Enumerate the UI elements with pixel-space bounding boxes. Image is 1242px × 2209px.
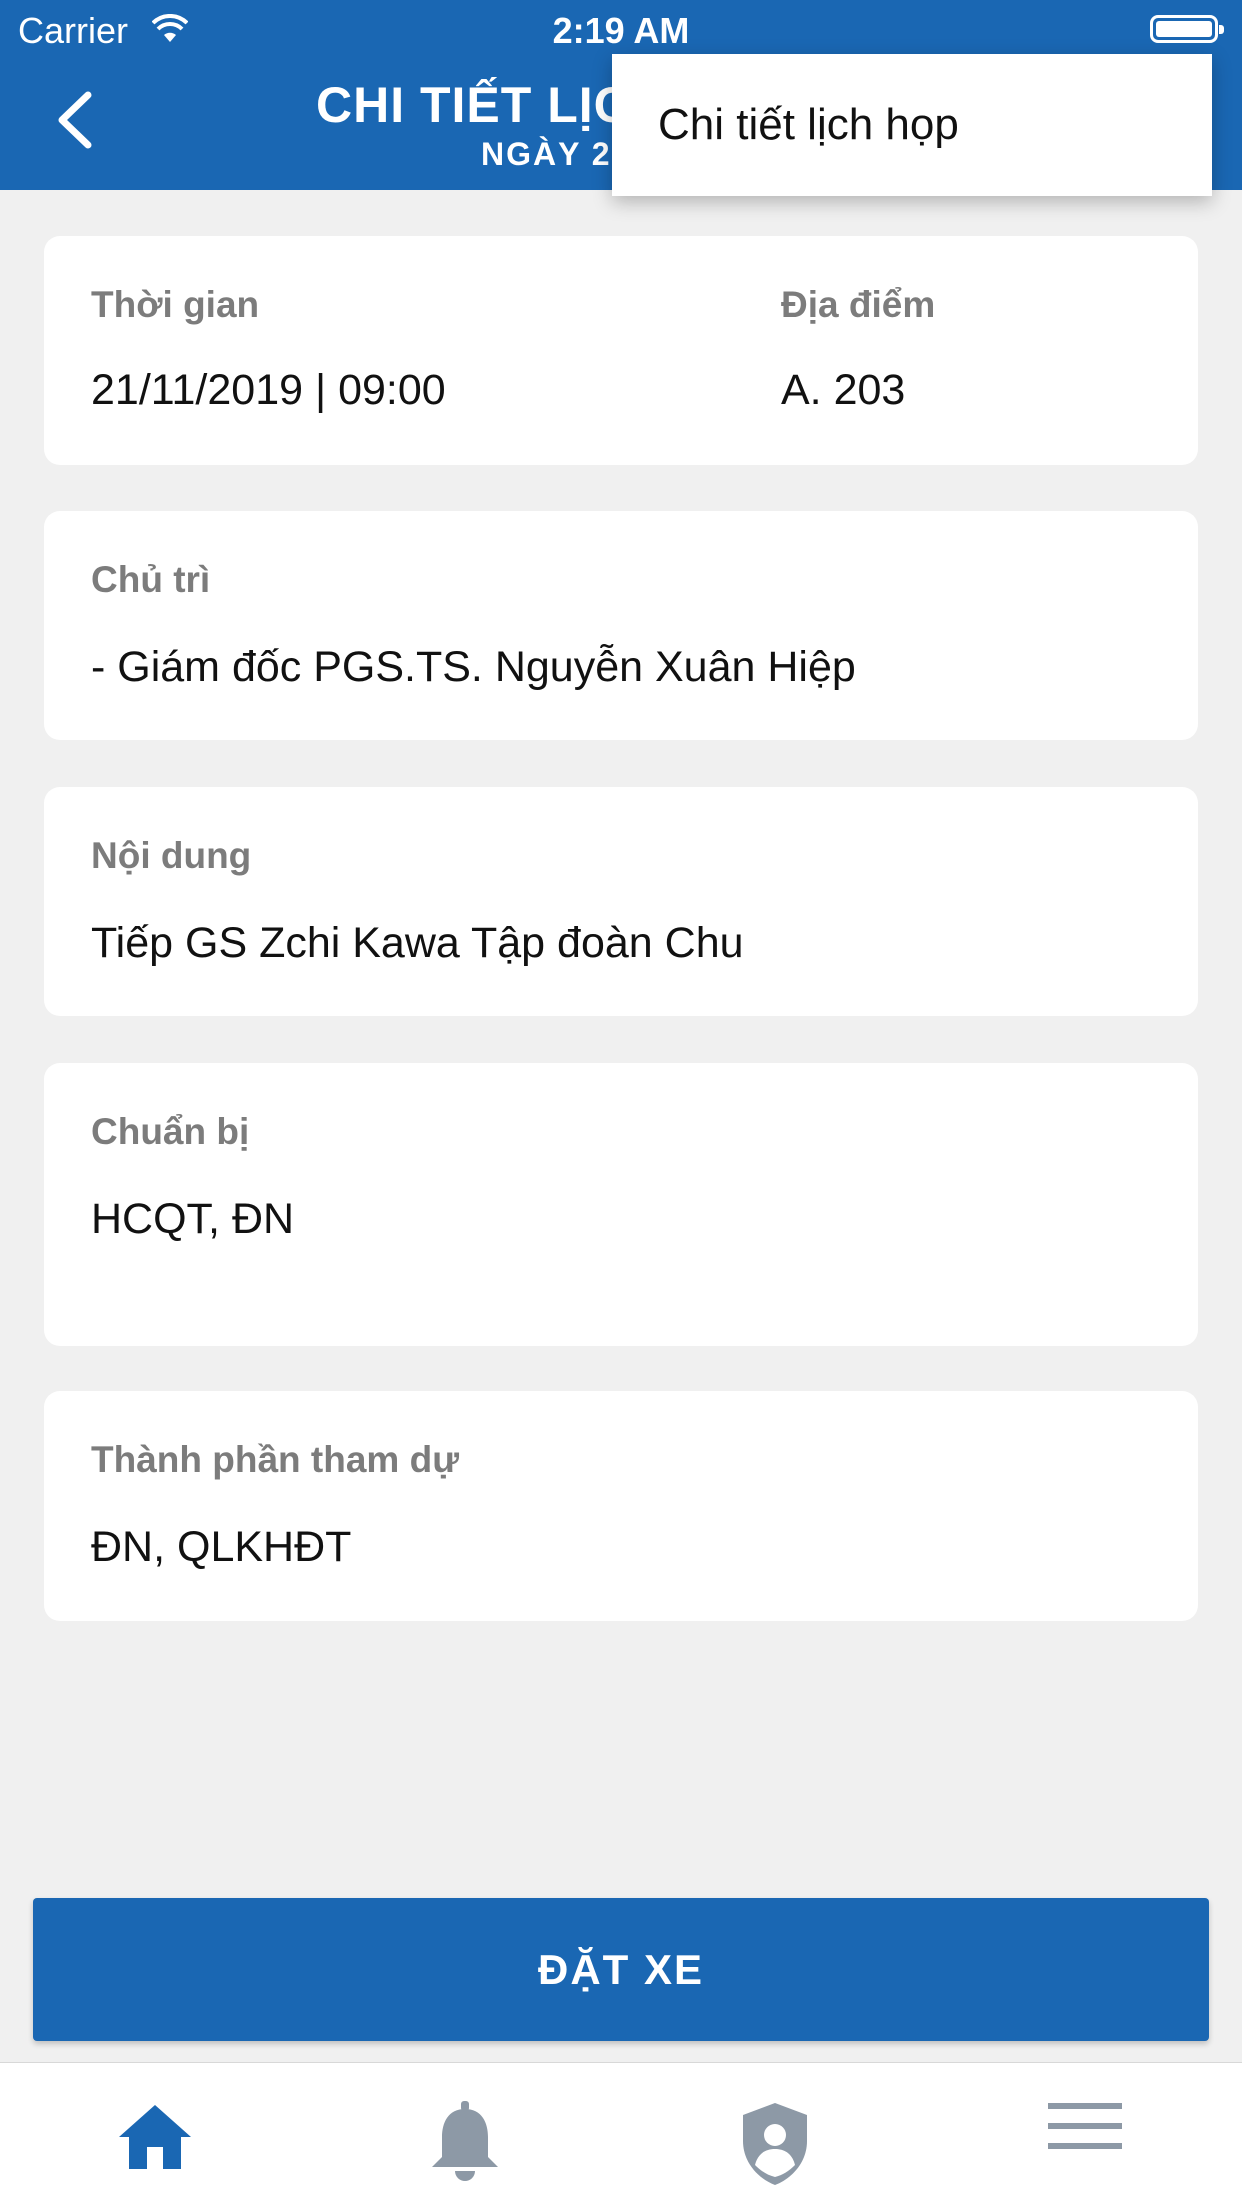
battery-icon [1150,15,1224,43]
tab-menu[interactable] [930,2063,1240,2209]
book-car-label: ĐẶT XE [537,1945,704,1993]
tab-notifications[interactable] [310,2063,620,2209]
time-value: 21/11/2019 | 09:00 [91,366,446,414]
back-button[interactable] [50,85,110,155]
page-title: CHI TIẾT LỊC [316,77,631,133]
time-location-card: Thời gian 21/11/2019 | 09:00 Địa điểm A.… [44,236,1198,465]
home-icon [119,2105,191,2169]
location-label: Địa điểm [781,284,936,325]
participants-card: Thành phần tham dự ĐN, QLKHĐT [44,1391,1198,1621]
time-label: Thời gian [91,284,260,325]
chair-value: - Giám đốc PGS.TS. Nguyễn Xuân Hiệp [91,643,856,691]
content-value: Tiếp GS Zchi Kawa Tập đoàn Chu [91,919,744,967]
participants-label: Thành phần tham dự [91,1439,459,1480]
preparation-value: HCQT, ĐN [91,1195,295,1243]
content-label: Nội dung [91,835,252,876]
chevron-left-icon [58,91,92,149]
tab-home[interactable] [0,2063,310,2209]
status-time: 2:19 AM [552,10,690,51]
status-bar: Carrier 2:19 AM [0,0,1242,62]
shield-user-icon [743,2103,807,2185]
participants-value: ĐN, QLKHĐT [91,1523,352,1571]
menu-icon [1048,2103,1122,2149]
tab-profile[interactable] [620,2063,930,2209]
content-card: Nội dung Tiếp GS Zchi Kawa Tập đoàn Chu [44,787,1198,1016]
book-car-button[interactable]: ĐẶT XE [33,1898,1209,2041]
chair-label: Chủ trì [91,559,211,600]
preparation-card: Chuẩn bị HCQT, ĐN [44,1063,1198,1346]
bell-icon [432,2101,498,2181]
page-subtitle: NGÀY 21 [481,136,632,172]
menu-item-meeting-details[interactable]: Chi tiết lịch họp [658,100,959,150]
tab-bar [0,2062,1242,2209]
location-value: A. 203 [781,366,906,414]
preparation-label: Chuẩn bị [91,1111,250,1152]
chair-card: Chủ trì - Giám đốc PGS.TS. Nguyễn Xuân H… [44,511,1198,740]
options-popup-menu: Chi tiết lịch họp [612,54,1212,196]
